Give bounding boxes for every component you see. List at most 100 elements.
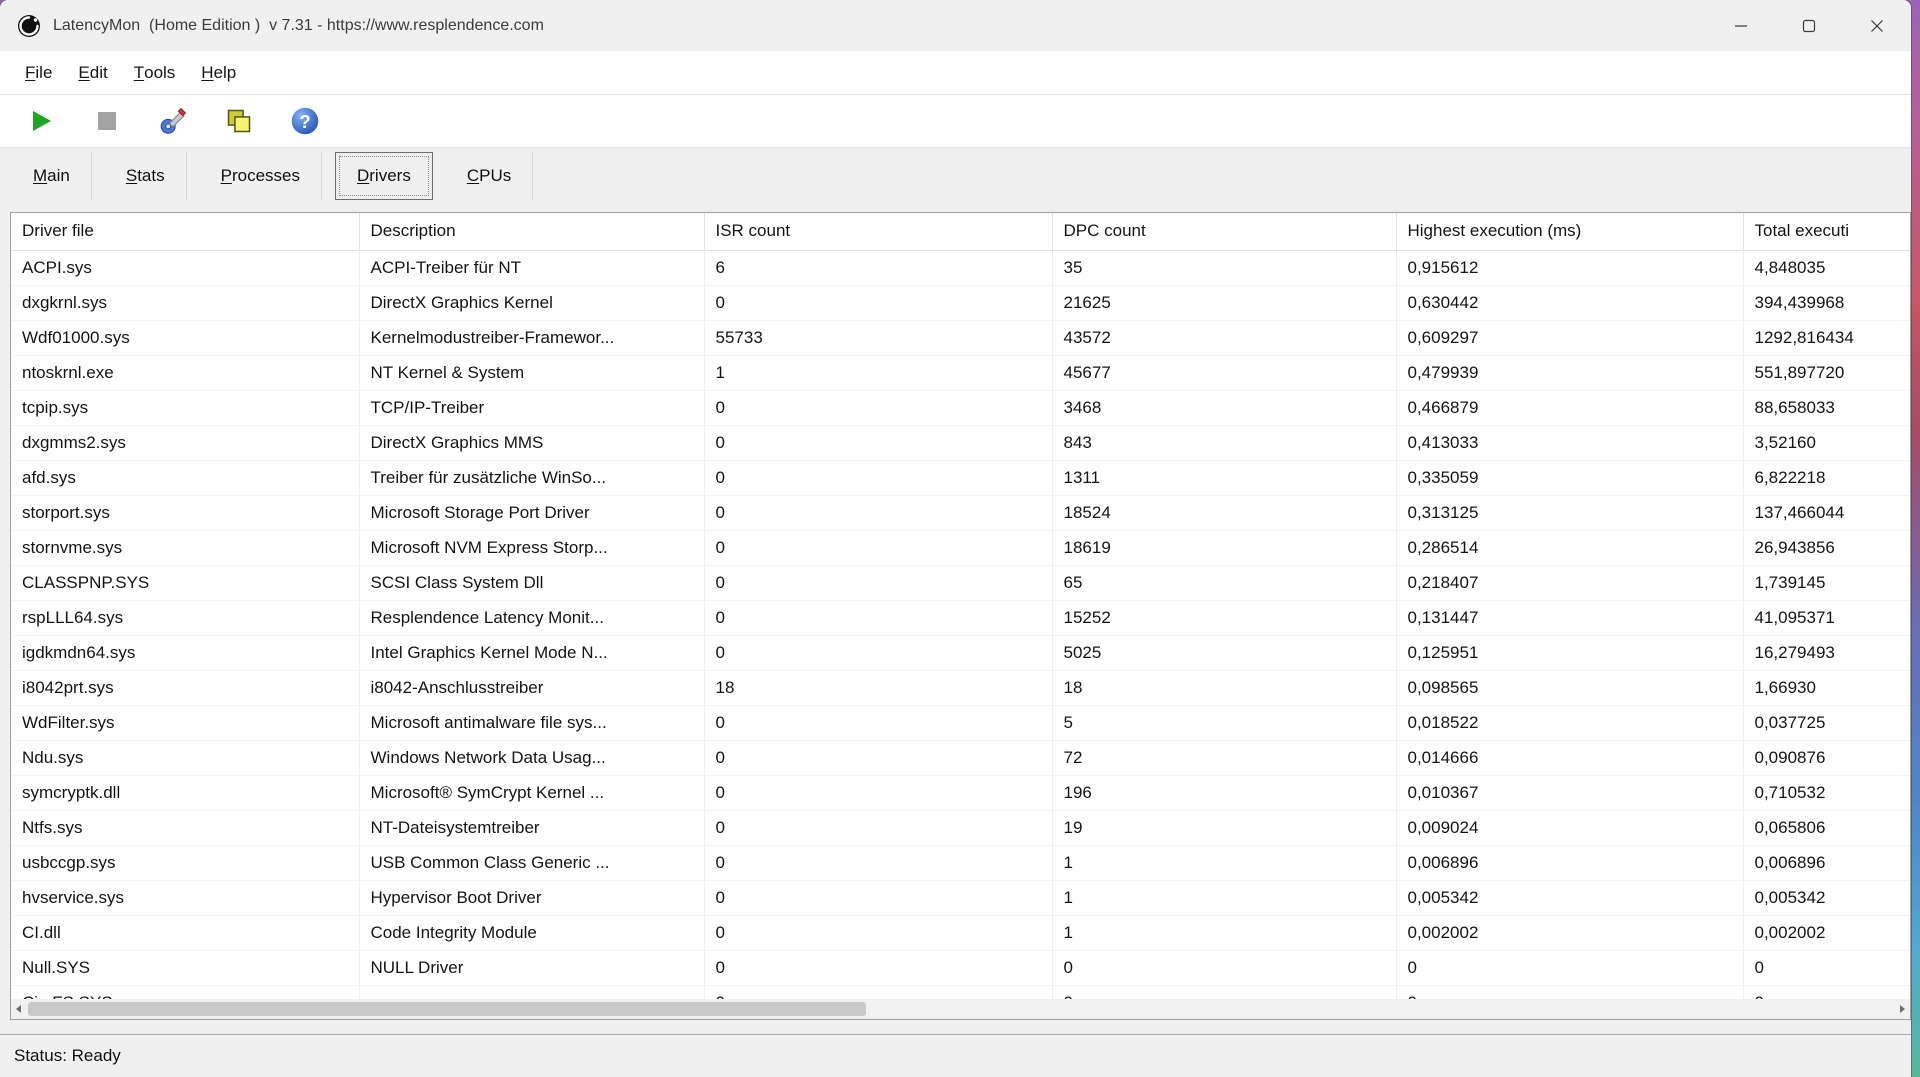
cell-description: i8042-Anschlusstreiber xyxy=(359,670,704,705)
help-icon: ? xyxy=(290,106,320,136)
minimize-icon xyxy=(1734,19,1748,33)
cell-isr-count: 18 xyxy=(704,670,1052,705)
cell-isr-count: 0 xyxy=(704,635,1052,670)
cell-dpc-count: 0 xyxy=(1052,950,1396,985)
table-row[interactable]: Ndu.sys Windows Network Data Usag... 0 7… xyxy=(11,740,1910,775)
cell-isr-count: 0 xyxy=(704,880,1052,915)
tab[interactable]: Processes xyxy=(200,152,322,200)
table-row[interactable]: Wdf01000.sys Kernelmodustreiber-Framewor… xyxy=(11,320,1910,355)
cell-total-execution: 0,037725 xyxy=(1743,705,1910,740)
driver-table: Driver file Description ISR count DPC co… xyxy=(11,213,1910,999)
cell-highest-execution: 0,609297 xyxy=(1396,320,1743,355)
scrollbar-thumb[interactable] xyxy=(28,1002,866,1016)
cell-dpc-count: 18619 xyxy=(1052,530,1396,565)
cell-dpc-count: 843 xyxy=(1052,425,1396,460)
cell-total-execution: 0 xyxy=(1743,985,1910,999)
table-row[interactable]: symcryptk.dll Microsoft® SymCrypt Kernel… xyxy=(11,775,1910,810)
tab[interactable]: CPUs xyxy=(446,152,533,200)
table-row[interactable]: hvservice.sys Hypervisor Boot Driver 0 1… xyxy=(11,880,1910,915)
table-row[interactable]: usbccgp.sys USB Common Class Generic ...… xyxy=(11,845,1910,880)
cell-dpc-count: 196 xyxy=(1052,775,1396,810)
cell-isr-count: 55733 xyxy=(704,320,1052,355)
stop-monitor-button[interactable] xyxy=(84,100,130,142)
cell-description: Microsoft NVM Express Storp... xyxy=(359,530,704,565)
cell-description: NULL Driver xyxy=(359,950,704,985)
cell-total-execution: 41,095371 xyxy=(1743,600,1910,635)
table-row[interactable]: CLASSPNP.SYS SCSI Class System Dll 0 65 … xyxy=(11,565,1910,600)
cell-description: DirectX Graphics MMS xyxy=(359,425,704,460)
cell-highest-execution: 0,413033 xyxy=(1396,425,1743,460)
column-header[interactable]: DPC count xyxy=(1052,213,1396,250)
table-row[interactable]: dxgkrnl.sys DirectX Graphics Kernel 0 21… xyxy=(11,285,1910,320)
cell-description: USB Common Class Generic ... xyxy=(359,845,704,880)
tab[interactable]: Main xyxy=(12,152,92,200)
cell-highest-execution: 0,009024 xyxy=(1396,810,1743,845)
table-row[interactable]: dxgmms2.sys DirectX Graphics MMS 0 843 0… xyxy=(11,425,1910,460)
table-row[interactable]: WdFilter.sys Microsoft antimalware file … xyxy=(11,705,1910,740)
cell-driver-file: afd.sys xyxy=(11,460,359,495)
horizontal-scrollbar[interactable] xyxy=(11,999,1910,1019)
cell-driver-file: ntoskrnl.exe xyxy=(11,355,359,390)
menu-item[interactable]: Tools xyxy=(121,51,189,94)
cell-isr-count: 0 xyxy=(704,285,1052,320)
column-header[interactable]: Total executi xyxy=(1743,213,1910,250)
cell-highest-execution: 0,479939 xyxy=(1396,355,1743,390)
tab[interactable]: Stats xyxy=(105,152,187,200)
cell-dpc-count: 65 xyxy=(1052,565,1396,600)
cell-highest-execution: 0 xyxy=(1396,985,1743,999)
column-header[interactable]: Highest execution (ms) xyxy=(1396,213,1743,250)
driver-table-panel: Driver file Description ISR count DPC co… xyxy=(10,212,1911,1020)
cell-isr-count: 0 xyxy=(704,915,1052,950)
table-row[interactable]: Ntfs.sys NT-Dateisystemtreiber 0 19 0,00… xyxy=(11,810,1910,845)
table-row[interactable]: i8042prt.sys i8042-Anschlusstreiber 18 1… xyxy=(11,670,1910,705)
table-row[interactable]: storport.sys Microsoft Storage Port Driv… xyxy=(11,495,1910,530)
cell-description xyxy=(359,985,704,999)
cell-description: Microsoft® SymCrypt Kernel ... xyxy=(359,775,704,810)
table-header-row: Driver file Description ISR count DPC co… xyxy=(11,213,1910,250)
cell-description: Kernelmodustreiber-Framewor... xyxy=(359,320,704,355)
table-row[interactable]: Null.SYS NULL Driver 0 0 0 0 xyxy=(11,950,1910,985)
cell-isr-count: 0 xyxy=(704,530,1052,565)
help-button[interactable]: ? xyxy=(282,100,328,142)
table-row[interactable]: rspLLL64.sys Resplendence Latency Monit.… xyxy=(11,600,1910,635)
maximize-button[interactable] xyxy=(1775,0,1843,51)
column-header[interactable]: Driver file xyxy=(11,213,359,250)
menu-item[interactable]: Edit xyxy=(65,51,120,94)
cell-highest-execution: 0,915612 xyxy=(1396,250,1743,285)
table-row[interactable]: CI.dll Code Integrity Module 0 1 0,00200… xyxy=(11,915,1910,950)
play-icon xyxy=(28,108,54,134)
cell-description: Resplendence Latency Monit... xyxy=(359,600,704,635)
cell-isr-count: 0 xyxy=(704,810,1052,845)
table-row[interactable]: stornvme.sys Microsoft NVM Express Storp… xyxy=(11,530,1910,565)
tools-options-button[interactable] xyxy=(150,100,196,142)
menu-item[interactable]: File xyxy=(12,51,65,94)
scroll-right-arrow[interactable] xyxy=(1900,1005,1905,1013)
cell-dpc-count: 1 xyxy=(1052,845,1396,880)
cell-driver-file: dxgkrnl.sys xyxy=(11,285,359,320)
table-row[interactable]: ntoskrnl.exe NT Kernel & System 1 45677 … xyxy=(11,355,1910,390)
cell-highest-execution: 0,335059 xyxy=(1396,460,1743,495)
menu-item[interactable]: Help xyxy=(188,51,249,94)
close-button[interactable] xyxy=(1843,0,1911,51)
app-icon[interactable] xyxy=(16,13,42,39)
window-title: LatencyMon (Home Edition ) v 7.31 - http… xyxy=(53,17,544,35)
table-row[interactable]: CimFS.SYS 0 0 0 0 xyxy=(11,985,1910,999)
stacked-windows-button[interactable] xyxy=(216,100,262,142)
table-row[interactable]: tcpip.sys TCP/IP-Treiber 0 3468 0,466879… xyxy=(11,390,1910,425)
minimize-button[interactable] xyxy=(1707,0,1775,51)
cell-isr-count: 0 xyxy=(704,390,1052,425)
cell-highest-execution: 0,313125 xyxy=(1396,495,1743,530)
cell-total-execution: 0,065806 xyxy=(1743,810,1910,845)
table-row[interactable]: ACPI.sys ACPI-Treiber für NT 6 35 0,9156… xyxy=(11,250,1910,285)
cell-description: ACPI-Treiber für NT xyxy=(359,250,704,285)
table-row[interactable]: afd.sys Treiber für zusätzliche WinSo...… xyxy=(11,460,1910,495)
tab[interactable]: Drivers xyxy=(335,152,433,200)
start-monitor-button[interactable] xyxy=(18,100,64,142)
cell-highest-execution: 0,005342 xyxy=(1396,880,1743,915)
column-header[interactable]: ISR count xyxy=(704,213,1052,250)
cell-total-execution: 88,658033 xyxy=(1743,390,1910,425)
table-row[interactable]: igdkmdn64.sys Intel Graphics Kernel Mode… xyxy=(11,635,1910,670)
cell-highest-execution: 0,630442 xyxy=(1396,285,1743,320)
scroll-left-arrow[interactable] xyxy=(16,1005,21,1013)
column-header[interactable]: Description xyxy=(359,213,704,250)
